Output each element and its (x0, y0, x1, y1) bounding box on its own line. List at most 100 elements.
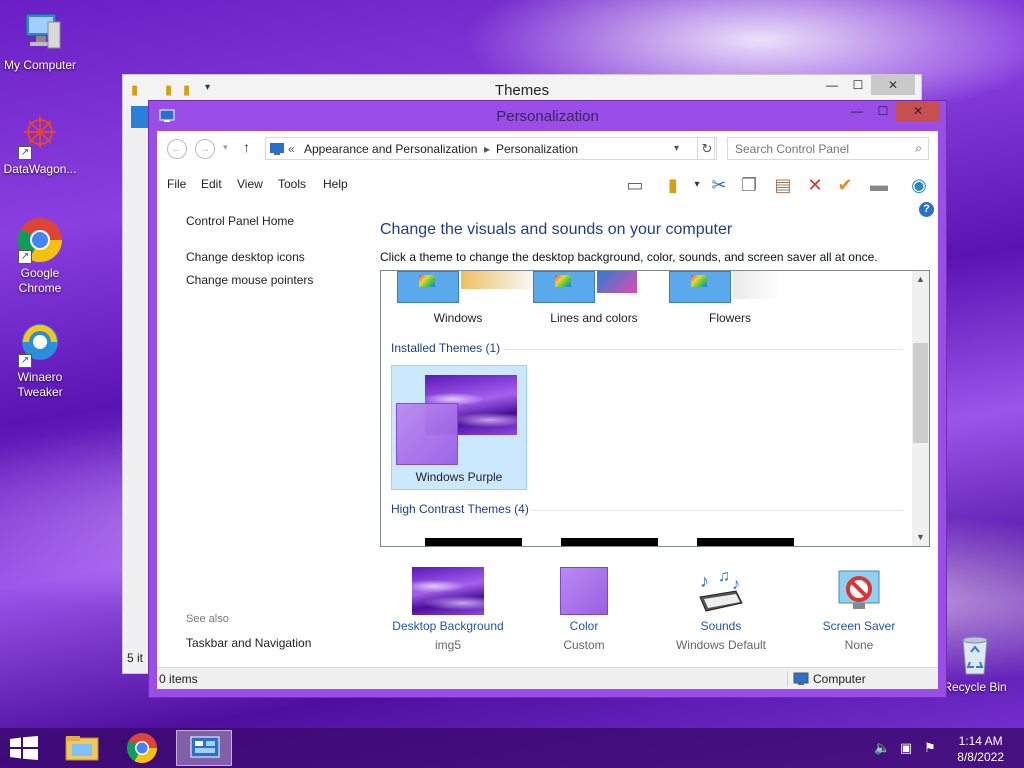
search-icon[interactable]: ⌕ (915, 141, 922, 156)
screen-saver-value: None (844, 638, 874, 652)
taskbar-file-explorer[interactable] (54, 730, 110, 766)
folder-options-icon[interactable]: ▮ (661, 173, 685, 197)
theme-thumb-flowers[interactable] (669, 271, 781, 303)
desktop-background-thumbnail (412, 567, 484, 615)
start-button[interactable] (10, 736, 38, 763)
page-subtitle: Click a theme to change the desktop back… (380, 250, 878, 264)
action-center-flag-icon[interactable]: ⚑ (922, 740, 938, 756)
network-icon[interactable]: ▣ (898, 740, 914, 756)
svg-text:♪: ♪ (700, 571, 709, 591)
color-item[interactable]: Color Custom (509, 567, 659, 652)
screen-saver-label[interactable]: Screen Saver (784, 619, 934, 633)
desktop-background-label[interactable]: Desktop Background (373, 619, 523, 633)
chevron-down-icon[interactable]: ▾ (685, 173, 709, 197)
high-contrast-themes-header: High Contrast Themes (4) (391, 502, 529, 516)
help-icon[interactable]: ? (919, 202, 934, 217)
menu-view[interactable]: View (237, 177, 263, 191)
address-dropdown-chevron-icon[interactable]: ▾ (674, 143, 679, 154)
theme-list[interactable]: Windows Lines and colors Flowers Install… (380, 270, 930, 547)
back-button[interactable]: ← (167, 139, 187, 159)
close-button[interactable]: ✕ (896, 101, 940, 121)
breadcrumb-arrow-icon: ▸ (484, 142, 491, 156)
page-title: Change the visuals and sounds on your co… (380, 221, 733, 238)
screen-saver-item[interactable]: Screen Saver None (784, 567, 934, 652)
computer-icon (16, 8, 64, 56)
properties-icon[interactable]: ▬ (867, 173, 891, 197)
sounds-item[interactable]: ♪ ♫ ♪ Sounds Windows Default (646, 567, 796, 652)
breadcrumb-appearance[interactable]: Appearance and Personalization (304, 142, 477, 156)
desktop-icon-winaero-tweaker[interactable]: ↗ Winaero Tweaker (0, 320, 80, 400)
scroll-down-arrow-icon[interactable]: ▼ (912, 529, 929, 546)
menu-help[interactable]: Help (323, 177, 348, 191)
copy-icon[interactable]: ❐ (737, 173, 761, 197)
up-button[interactable]: ↑ (243, 139, 250, 155)
personalization-window[interactable]: Personalization — ☐ ✕ ← → ▾ ↑ « Appearan… (148, 100, 947, 698)
desktop-icon-datawagon[interactable]: ↗ DataWagon... (0, 112, 80, 177)
address-bar[interactable]: « Appearance and Personalization ▸ Perso… (265, 137, 715, 160)
taskbar-navigation-link[interactable]: Taskbar and Navigation (186, 636, 311, 650)
change-desktop-icons-link[interactable]: Change desktop icons (186, 250, 305, 264)
desktop-icon-label: Google Chrome (18, 266, 62, 295)
globe-icon[interactable]: ◉ (907, 173, 931, 197)
color-value: Custom (563, 638, 605, 652)
status-bar: 0 items Computer (157, 667, 938, 689)
checkmark-icon[interactable]: ✔ (833, 173, 857, 197)
menu-file[interactable]: File (167, 177, 186, 191)
cut-icon[interactable]: ✂ (707, 173, 731, 197)
minimize-button[interactable]: — (844, 101, 870, 121)
high-contrast-theme-thumb[interactable] (425, 538, 522, 546)
forward-button[interactable]: → (195, 139, 215, 159)
status-location: Computer (813, 672, 866, 686)
taskbar-control-panel[interactable] (176, 730, 232, 766)
search-input[interactable] (735, 139, 905, 159)
themes-window-title: Themes (494, 82, 550, 99)
theme-name-flowers[interactable]: Flowers (665, 311, 795, 325)
search-box[interactable]: ⌕ (727, 137, 929, 160)
sounds-label[interactable]: Sounds (646, 619, 796, 633)
desktop-background-item[interactable]: Desktop Background img5 (373, 567, 523, 652)
chrome-icon (126, 733, 157, 764)
taskbar-google-chrome[interactable] (114, 730, 170, 766)
theme-windows-purple[interactable]: Windows Purple (391, 365, 527, 490)
recent-locations-chevron-icon[interactable]: ▾ (223, 142, 228, 153)
system-clock[interactable]: 1:14 AM 8/8/2022 (957, 733, 1004, 765)
desktop-icon-google-chrome[interactable]: ↗ Google Chrome (0, 216, 80, 296)
theme-name-windows[interactable]: Windows (393, 311, 523, 325)
maximize-button[interactable]: ☐ (870, 101, 896, 121)
theme-name-lines-and-colors[interactable]: Lines and colors (529, 311, 659, 325)
breadcrumb-separator: « (288, 142, 295, 156)
breadcrumb-personalization[interactable]: Personalization (496, 142, 578, 156)
minimize-button[interactable]: — (819, 75, 845, 95)
screen-saver-icon (835, 567, 883, 615)
personalization-titlebar[interactable]: Personalization — ☐ ✕ (149, 101, 946, 131)
shortcut-arrow-icon: ↗ (18, 146, 32, 160)
shortcut-arrow-icon: ↗ (18, 250, 32, 264)
theme-thumb-windows[interactable] (397, 271, 533, 303)
themes-status-count: 5 it (127, 651, 144, 665)
delete-icon[interactable]: ✕ (803, 173, 827, 197)
menu-tools[interactable]: Tools (278, 177, 306, 191)
color-label[interactable]: Color (509, 619, 659, 633)
high-contrast-theme-thumb[interactable] (697, 538, 794, 546)
menu-edit[interactable]: Edit (201, 177, 222, 191)
svg-text:♪: ♪ (732, 576, 740, 593)
scroll-thumb[interactable] (913, 343, 928, 443)
paste-icon[interactable]: ▤ (771, 173, 795, 197)
scroll-up-arrow-icon[interactable]: ▲ (912, 271, 929, 288)
desktop-icon-label: Recycle Bin (943, 680, 1007, 694)
desktop-icon-recycle-bin[interactable]: Recycle Bin (935, 630, 1015, 695)
theme-list-scrollbar[interactable]: ▲ ▼ (912, 271, 929, 546)
layout-pane-icon[interactable]: ▭ (623, 173, 647, 197)
maximize-button[interactable]: ☐ (845, 75, 871, 95)
change-mouse-pointers-link[interactable]: Change mouse pointers (186, 273, 313, 287)
high-contrast-theme-thumb[interactable] (561, 538, 658, 546)
desktop-icon-my-computer[interactable]: My Computer (0, 8, 80, 73)
theme-thumb-lines-and-colors[interactable] (533, 271, 637, 303)
menu-bar: File Edit View Tools Help ▭ ▮ ▾ ✂ ❐ ▤ ✕ … (157, 167, 938, 201)
volume-muted-icon[interactable]: 🔈 (874, 740, 890, 756)
control-panel-home-link[interactable]: Control Panel Home (186, 214, 294, 228)
color-swatch (560, 567, 608, 615)
refresh-button[interactable]: ↻ (697, 137, 717, 160)
close-button[interactable]: ✕ (871, 75, 915, 95)
svg-text:♫: ♫ (718, 568, 730, 585)
